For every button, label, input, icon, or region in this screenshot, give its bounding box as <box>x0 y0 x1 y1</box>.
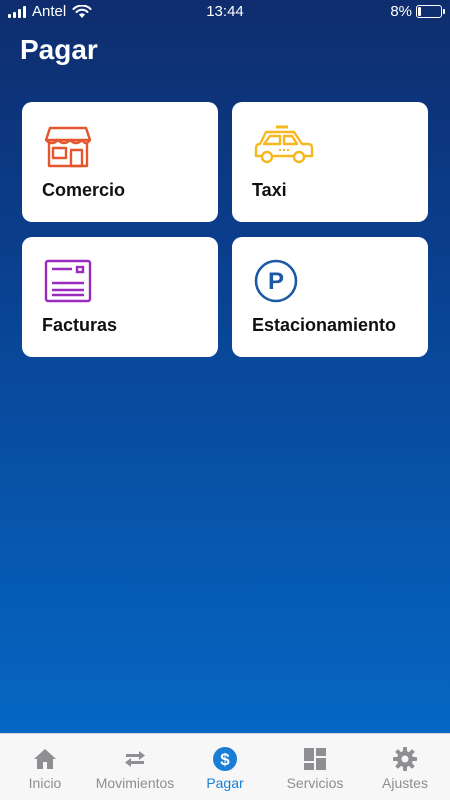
card-label: Facturas <box>42 315 118 335</box>
store-icon <box>44 126 92 168</box>
card-facturas[interactable]: Facturas <box>22 237 218 357</box>
gear-icon <box>393 747 417 771</box>
taxi-icon <box>254 125 314 164</box>
card-comercio[interactable]: Comercio <box>22 102 218 222</box>
parking-icon: P <box>254 259 298 303</box>
invoice-icon <box>44 259 92 303</box>
battery-percent: 8% <box>390 3 412 20</box>
tab-servicios[interactable]: Servicios <box>270 734 360 800</box>
tab-inicio[interactable]: Inicio <box>0 734 90 800</box>
tab-label: Ajustes <box>382 775 428 791</box>
transfer-arrows-icon <box>125 751 145 767</box>
status-right: 8% <box>390 3 445 20</box>
card-label: Taxi <box>252 180 287 200</box>
battery-icon <box>416 5 445 18</box>
svg-text:P: P <box>268 268 284 295</box>
tab-label: Pagar <box>206 775 244 791</box>
dollar-icon: $ <box>213 747 237 771</box>
tab-label: Movimientos <box>95 775 175 791</box>
svg-text:$: $ <box>220 750 230 769</box>
pay-screen: Antel 13:44 8% Pagar Comercio Taxi Factu… <box>0 0 450 733</box>
card-taxi[interactable]: Taxi <box>232 102 428 222</box>
card-estacionamiento[interactable]: P Estacionamiento <box>232 237 428 357</box>
tab-pagar[interactable]: $ Pagar <box>180 734 270 800</box>
home-icon <box>34 749 56 769</box>
page-title: Pagar <box>20 34 98 65</box>
grid-icon <box>304 748 326 770</box>
tab-label: Inicio <box>28 775 62 791</box>
status-bar: Antel 13:44 8% <box>0 0 450 24</box>
tab-bar: Inicio Movimientos $ Pagar Servicios Aju… <box>0 733 450 800</box>
tab-label: Servicios <box>286 775 344 791</box>
status-time: 13:44 <box>206 3 244 20</box>
tab-movimientos[interactable]: Movimientos <box>90 734 180 800</box>
card-label: Estacionamiento <box>252 315 397 335</box>
card-label: Comercio <box>42 180 126 200</box>
tab-ajustes[interactable]: Ajustes <box>360 734 450 800</box>
